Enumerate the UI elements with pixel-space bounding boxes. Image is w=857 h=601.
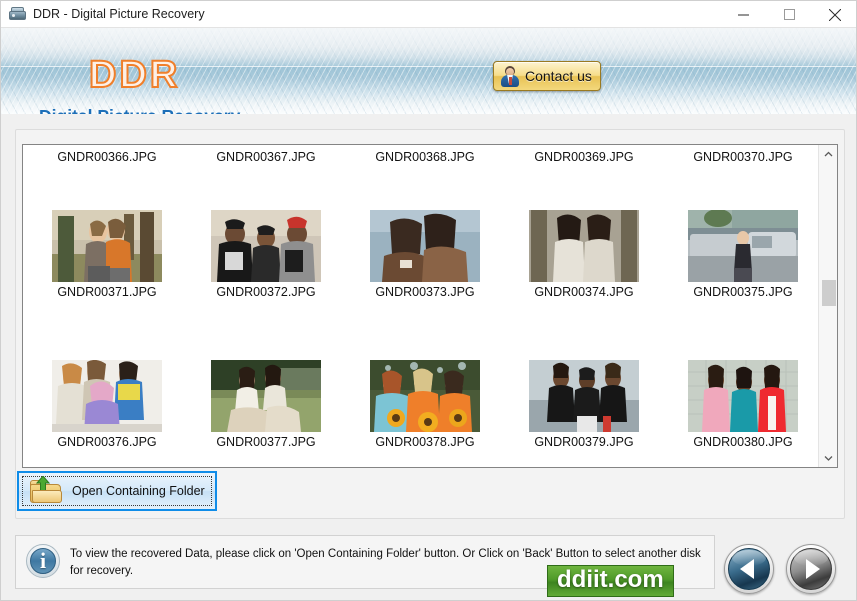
list-item[interactable]: GNDR00368.JPG [350, 151, 500, 164]
window-title: DDR - Digital Picture Recovery [33, 7, 205, 21]
window-controls [720, 1, 856, 28]
contact-us-button[interactable]: Contact us [493, 61, 601, 91]
contact-us-label: Contact us [525, 68, 592, 84]
file-name: GNDR00371.JPG [57, 285, 157, 299]
thumbnail-grid: GNDR00366.JPG GNDR00367.JPG GNDR00368.JP… [23, 145, 818, 467]
list-item[interactable]: GNDR00380.JPG [668, 360, 818, 449]
application-window: DDR - Digital Picture Recovery DDR Digit… [0, 0, 857, 601]
close-button[interactable] [812, 1, 856, 28]
file-name: GNDR00372.JPG [216, 285, 316, 299]
thumbnail-image[interactable] [688, 210, 798, 282]
file-name: GNDR00377.JPG [216, 435, 316, 449]
list-item[interactable]: GNDR00371.JPG [32, 210, 182, 299]
file-name: GNDR00374.JPG [534, 285, 634, 299]
header-banner: DDR Digital Picture Recovery Contact us [1, 28, 856, 114]
thumbnail-image[interactable] [52, 360, 162, 432]
watermark-badge: ddiit.com [547, 565, 674, 597]
thumbnail-image[interactable] [211, 360, 321, 432]
thumbnail-image[interactable] [529, 360, 639, 432]
list-item[interactable]: GNDR00379.JPG [509, 360, 659, 449]
maximize-button[interactable] [766, 1, 812, 28]
back-button[interactable] [724, 544, 774, 594]
list-item[interactable]: GNDR00375.JPG [668, 210, 818, 299]
file-name: GNDR00373.JPG [375, 285, 475, 299]
list-item[interactable]: GNDR00366.JPG [32, 151, 182, 164]
user-icon [500, 65, 520, 87]
scroll-up-button[interactable] [819, 145, 837, 163]
scrollbar-thumb[interactable] [822, 280, 836, 306]
open-containing-folder-label: Open Containing Folder [72, 484, 205, 498]
app-logo: DDR [88, 54, 181, 96]
file-name: GNDR00380.JPG [693, 435, 793, 449]
thumbnail-row-1: GNDR00371.JPG GNDR00372.JPG GNDR00373.JP… [23, 210, 818, 299]
list-item[interactable]: GNDR00369.JPG [509, 151, 659, 164]
triangle-left-icon [740, 559, 754, 579]
triangle-right-icon [806, 559, 820, 579]
file-name: GNDR00376.JPG [57, 435, 157, 449]
list-item[interactable]: GNDR00370.JPG [668, 151, 818, 164]
vertical-scrollbar[interactable] [818, 145, 837, 467]
list-item[interactable]: GNDR00374.JPG [509, 210, 659, 299]
list-item[interactable]: GNDR00376.JPG [32, 360, 182, 449]
list-item[interactable]: GNDR00377.JPG [191, 360, 341, 449]
thumbnail-image[interactable] [529, 210, 639, 282]
file-name: GNDR00375.JPG [693, 285, 793, 299]
focus-outline: Open Containing Folder [22, 476, 212, 506]
open-containing-folder-button[interactable]: Open Containing Folder [17, 471, 217, 511]
thumbnail-row-labels-top: GNDR00366.JPG GNDR00367.JPG GNDR00368.JP… [23, 151, 818, 164]
list-item[interactable]: GNDR00373.JPG [350, 210, 500, 299]
page-title: Digital Picture Recovery [39, 106, 240, 114]
file-name: GNDR00379.JPG [534, 435, 634, 449]
info-icon: i [26, 544, 60, 578]
scroll-down-button[interactable] [819, 449, 837, 467]
thumbnail-image[interactable] [52, 210, 162, 282]
next-button[interactable] [786, 544, 836, 594]
folder-up-icon [28, 476, 64, 505]
list-item[interactable]: GNDR00372.JPG [191, 210, 341, 299]
minimize-button[interactable] [720, 1, 766, 28]
list-item[interactable]: GNDR00378.JPG [350, 360, 500, 449]
title-bar: DDR - Digital Picture Recovery [1, 1, 856, 28]
thumbnail-image[interactable] [370, 210, 480, 282]
recovered-files-panel: GNDR00366.JPG GNDR00367.JPG GNDR00368.JP… [22, 144, 838, 468]
scanner-icon [9, 6, 26, 22]
thumbnail-image[interactable] [370, 360, 480, 432]
file-name: GNDR00378.JPG [375, 435, 475, 449]
thumbnail-image[interactable] [688, 360, 798, 432]
thumbnail-image[interactable] [211, 210, 321, 282]
thumbnail-row-2: GNDR00376.JPG GNDR00377.JPG GNDR00378.JP… [23, 360, 818, 449]
list-item[interactable]: GNDR00367.JPG [191, 151, 341, 164]
